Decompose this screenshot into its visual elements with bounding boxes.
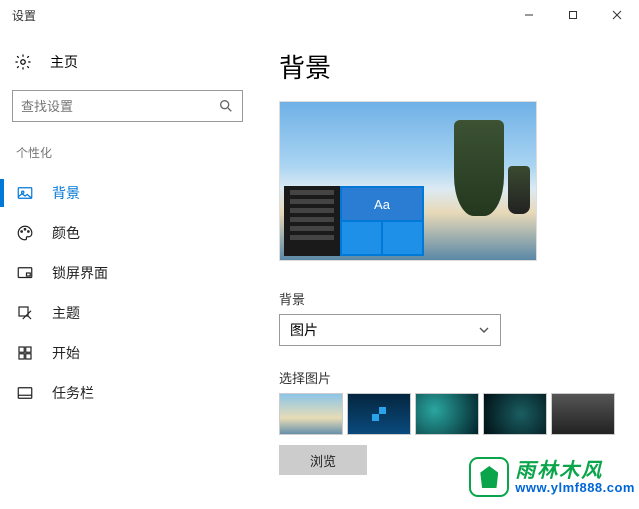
- sidebar-section-label: 个性化: [16, 144, 243, 161]
- search-input[interactable]: [12, 90, 243, 122]
- desktop-preview: Aa: [279, 101, 537, 261]
- sidebar-item-lockscreen[interactable]: 锁屏界面: [12, 253, 243, 293]
- home-link[interactable]: 主页: [12, 48, 243, 90]
- preview-tile-text: Aa: [342, 188, 422, 220]
- lockscreen-icon: [16, 264, 34, 282]
- chevron-down-icon: [478, 324, 490, 336]
- search-icon: [218, 98, 234, 114]
- watermark-url: www.ylmf888.com: [515, 481, 635, 494]
- picture-thumb[interactable]: [347, 393, 411, 435]
- themes-icon: [16, 304, 34, 322]
- taskbar-icon: [16, 384, 34, 402]
- search-field[interactable]: [21, 99, 218, 114]
- maximize-button[interactable]: [551, 0, 595, 30]
- close-button[interactable]: [595, 0, 639, 30]
- background-dropdown[interactable]: 图片: [279, 314, 501, 346]
- picture-thumb[interactable]: [279, 393, 343, 435]
- sidebar-item-label: 锁屏界面: [52, 263, 108, 283]
- sidebar-item-themes[interactable]: 主题: [12, 293, 243, 333]
- minimize-button[interactable]: [507, 0, 551, 30]
- browse-button[interactable]: 浏览: [279, 445, 367, 475]
- sidebar-item-label: 主题: [52, 303, 80, 323]
- picture-icon: [16, 184, 34, 202]
- home-label: 主页: [50, 52, 78, 72]
- gear-icon: [14, 53, 32, 71]
- watermark-cn: 雨林木风: [515, 461, 635, 481]
- picture-thumb[interactable]: [551, 393, 615, 435]
- dropdown-value: 图片: [290, 320, 318, 340]
- picture-thumb[interactable]: [415, 393, 479, 435]
- background-field-label: 背景: [279, 289, 639, 308]
- watermark-logo-icon: [469, 457, 509, 497]
- sidebar-item-colors[interactable]: 颜色: [12, 213, 243, 253]
- watermark: 雨林木风 www.ylmf888.com: [469, 457, 635, 497]
- window-title: 设置: [12, 7, 36, 24]
- palette-icon: [16, 224, 34, 242]
- start-icon: [16, 344, 34, 362]
- page-title: 背景: [279, 48, 639, 85]
- sidebar-item-label: 任务栏: [52, 383, 94, 403]
- sidebar-item-label: 开始: [52, 343, 80, 363]
- picture-thumb[interactable]: [483, 393, 547, 435]
- choose-picture-label: 选择图片: [279, 368, 639, 387]
- sidebar-item-label: 颜色: [52, 223, 80, 243]
- sidebar-item-background[interactable]: 背景: [12, 173, 243, 213]
- sidebar-item-taskbar[interactable]: 任务栏: [12, 373, 243, 413]
- sidebar-item-start[interactable]: 开始: [12, 333, 243, 373]
- sidebar-item-label: 背景: [52, 183, 80, 203]
